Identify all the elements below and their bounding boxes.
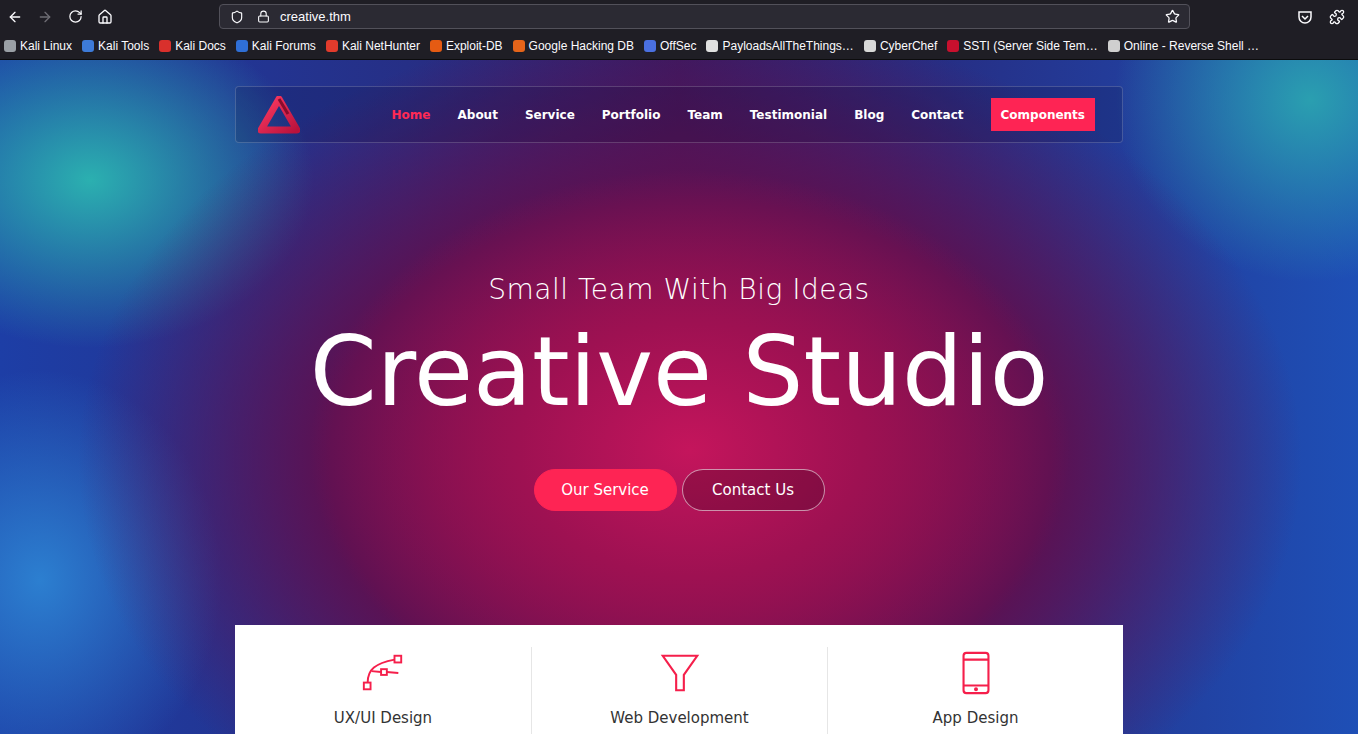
service-item: App Design xyxy=(827,647,1123,734)
nav-item[interactable]: Contact xyxy=(911,108,963,122)
bookmark[interactable]: Exploit-DB xyxy=(430,39,503,53)
bookmark[interactable]: OffSec xyxy=(644,39,696,53)
bookmark[interactable]: Kali Forums xyxy=(236,39,316,53)
url-bar[interactable]: creative.thm xyxy=(219,4,1190,29)
toolbar-right xyxy=(1190,8,1358,26)
funnel-icon xyxy=(657,650,703,696)
bookmark[interactable]: Kali Docs xyxy=(159,39,226,53)
bookmark[interactable]: Kali Tools xyxy=(82,39,149,53)
bezier-pen-icon xyxy=(360,650,406,696)
bookmark[interactable]: SSTI (Server Side Tem… xyxy=(947,39,1097,53)
service-item: Web Development xyxy=(531,647,827,734)
bookmark-favicon-icon xyxy=(236,40,248,52)
service-label: Web Development xyxy=(610,708,748,728)
bookmark-favicon-icon xyxy=(706,40,718,52)
bookmark-favicon-icon xyxy=(326,40,338,52)
hero-subtitle: Small Team With Big Ideas xyxy=(488,272,869,308)
hero-title: Creative Studio xyxy=(310,317,1049,427)
nav-item[interactable]: Portfolio xyxy=(602,108,661,122)
browser-toolbar: creative.thm xyxy=(0,0,1358,33)
services-card: UX/UI Design Web Development App Design xyxy=(235,625,1123,734)
nav-item[interactable]: About xyxy=(458,108,498,122)
bookmark[interactable]: Kali NetHunter xyxy=(326,39,420,53)
service-label: App Design xyxy=(933,708,1019,728)
components-button[interactable]: Components xyxy=(991,98,1096,131)
browser-window: creative.thm Kali Linux Kali Tools Kali Doc… xyxy=(0,0,1358,734)
nav-item[interactable]: Team xyxy=(687,108,722,122)
shield-icon[interactable] xyxy=(228,8,246,26)
home-icon[interactable] xyxy=(96,8,114,26)
web-page: Home About Service Portfolio Team Testimonial… xyxy=(0,60,1358,734)
extensions-icon[interactable] xyxy=(1328,8,1346,26)
nav-item[interactable]: Home xyxy=(392,108,431,122)
hero-button[interactable]: Our Service xyxy=(534,469,677,511)
bookmark[interactable]: Online - Reverse Shell … xyxy=(1108,39,1259,53)
reload-icon[interactable] xyxy=(66,8,84,26)
site-navbar: Home About Service Portfolio Team Testimonial… xyxy=(235,86,1123,143)
bookmark-favicon-icon xyxy=(513,40,525,52)
bookmark-favicon-icon xyxy=(430,40,442,52)
url-text[interactable]: creative.thm xyxy=(280,9,1155,24)
hero-button[interactable]: Contact Us xyxy=(682,469,825,511)
nav-menu: Home About Service Portfolio Team Testimonial… xyxy=(392,108,964,122)
bookmarks-bar: Kali Linux Kali Tools Kali Docs Kali Forums… xyxy=(0,33,1358,60)
bookmark[interactable]: PayloadsAllTheThings… xyxy=(706,39,853,53)
nav-item[interactable]: Service xyxy=(525,108,575,122)
navigation-buttons xyxy=(0,8,219,26)
bookmark-favicon-icon xyxy=(1108,40,1120,52)
hero-buttons: Our ServiceContact Us xyxy=(534,469,825,511)
service-label: UX/UI Design xyxy=(334,708,432,728)
triangle-logo-icon[interactable] xyxy=(258,96,300,134)
bookmark-favicon-icon xyxy=(644,40,656,52)
bookmark-favicon-icon xyxy=(82,40,94,52)
pocket-icon[interactable] xyxy=(1296,8,1314,26)
nav-item[interactable]: Blog xyxy=(854,108,884,122)
bookmark[interactable]: Google Hacking DB xyxy=(513,39,634,53)
bookmark-favicon-icon xyxy=(4,40,16,52)
smartphone-icon xyxy=(953,650,999,696)
bookmark-favicon-icon xyxy=(159,40,171,52)
star-icon[interactable] xyxy=(1163,8,1181,26)
bookmark-favicon-icon xyxy=(864,40,876,52)
service-item: UX/UI Design xyxy=(235,647,531,734)
bookmark[interactable]: Kali Linux xyxy=(4,39,72,53)
back-icon[interactable] xyxy=(6,8,24,26)
nav-item[interactable]: Testimonial xyxy=(750,108,827,122)
forward-icon xyxy=(36,8,54,26)
bookmark-favicon-icon xyxy=(947,40,959,52)
bookmark[interactable]: CyberChef xyxy=(864,39,937,53)
lock-icon[interactable] xyxy=(254,8,272,26)
